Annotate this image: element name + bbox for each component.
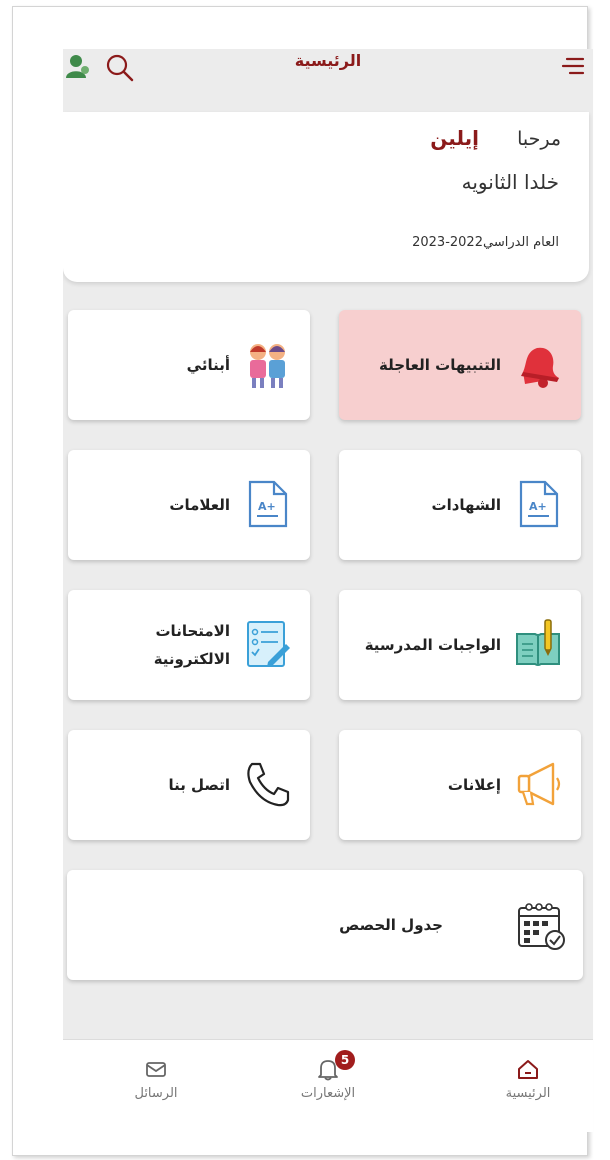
greeting-text: مرحبا <box>517 128 561 150</box>
tile-e-exams[interactable]: الامتحانات الالكترونية <box>68 590 310 700</box>
user-name: إيلين <box>430 126 479 150</box>
tile-certificates[interactable]: A+ الشهادات <box>339 450 581 560</box>
app-screen: الرئيسية مرحبا إيلين خلدا الثانويه العام… <box>63 49 593 1132</box>
svg-text:A+: A+ <box>258 500 276 513</box>
tile-urgent-alerts[interactable]: التنبيهات العاجلة <box>339 310 581 420</box>
notifications-badge: 5 <box>335 1050 355 1070</box>
nav-home[interactable]: الرئيسية <box>473 1056 583 1101</box>
bell-icon <box>521 347 559 388</box>
svg-text:A+: A+ <box>529 500 547 513</box>
children-icon <box>250 344 285 388</box>
tile-e-exams-label: الامتحانات الالكترونية <box>154 590 230 700</box>
calendar-icon <box>518 903 565 950</box>
tile-homework-label: الواجبات المدرسية <box>364 636 501 654</box>
tile-urgent-alerts-label: التنبيهات العاجلة <box>379 356 501 374</box>
tile-e-exams-label-line2: الالكترونية <box>153 650 230 668</box>
user-icon[interactable] <box>65 53 91 79</box>
certificate-document-icon: A+ <box>519 480 559 528</box>
phone-icon <box>247 762 290 807</box>
search-icon[interactable] <box>105 53 135 83</box>
tile-homework[interactable]: الواجبات المدرسية <box>339 590 581 700</box>
home-icon <box>518 1060 538 1079</box>
tile-announcements-label: إعلانات <box>447 776 501 794</box>
nav-messages[interactable]: الرسائل <box>101 1056 211 1101</box>
academic-year: العام الدراسي2022-2023 <box>412 235 559 250</box>
tile-e-exams-label-line1: الامتحانات <box>155 622 230 640</box>
nav-messages-label: الرسائل <box>134 1086 178 1101</box>
tile-announcements[interactable]: إعلانات <box>339 730 581 840</box>
nav-home-label: الرئيسية <box>505 1086 551 1101</box>
nav-notifications-label: الإشعارات <box>300 1086 356 1101</box>
tile-class-schedule[interactable]: جدول الحصص <box>67 870 583 980</box>
welcome-card: مرحبا إيلين خلدا الثانويه العام الدراسي2… <box>63 112 589 282</box>
notifications-icon-wrap: 5 <box>315 1050 355 1082</box>
envelope-icon <box>146 1062 166 1077</box>
tile-grades-label: العلامات <box>169 496 230 514</box>
school-name: خلدا الثانويه <box>461 170 559 194</box>
grades-document-icon: A+ <box>248 480 288 528</box>
tile-grades[interactable]: A+ العلامات <box>68 450 310 560</box>
homework-book-icon <box>516 619 560 666</box>
tile-contact-us[interactable]: اتصل بنا <box>68 730 310 840</box>
tile-contact-us-label: اتصل بنا <box>168 776 230 794</box>
bottom-nav: الرئيسية 5 الإشعارات الرسائل <box>63 1039 593 1132</box>
nav-notifications[interactable]: 5 الإشعارات <box>273 1050 383 1101</box>
megaphone-icon <box>517 762 561 806</box>
tile-certificates-label: الشهادات <box>431 496 502 514</box>
menu-icon[interactable] <box>561 55 585 77</box>
tile-my-children-label: أبنائي <box>186 356 230 374</box>
tile-my-children[interactable]: أبنائي <box>68 310 310 420</box>
tile-class-schedule-label: جدول الحصص <box>339 916 443 934</box>
device-frame: الرئيسية مرحبا إيلين خلدا الثانويه العام… <box>12 6 593 1156</box>
exam-checklist-icon <box>247 621 290 667</box>
page-title: الرئيسية <box>294 51 362 70</box>
top-bar: الرئيسية <box>63 49 593 113</box>
